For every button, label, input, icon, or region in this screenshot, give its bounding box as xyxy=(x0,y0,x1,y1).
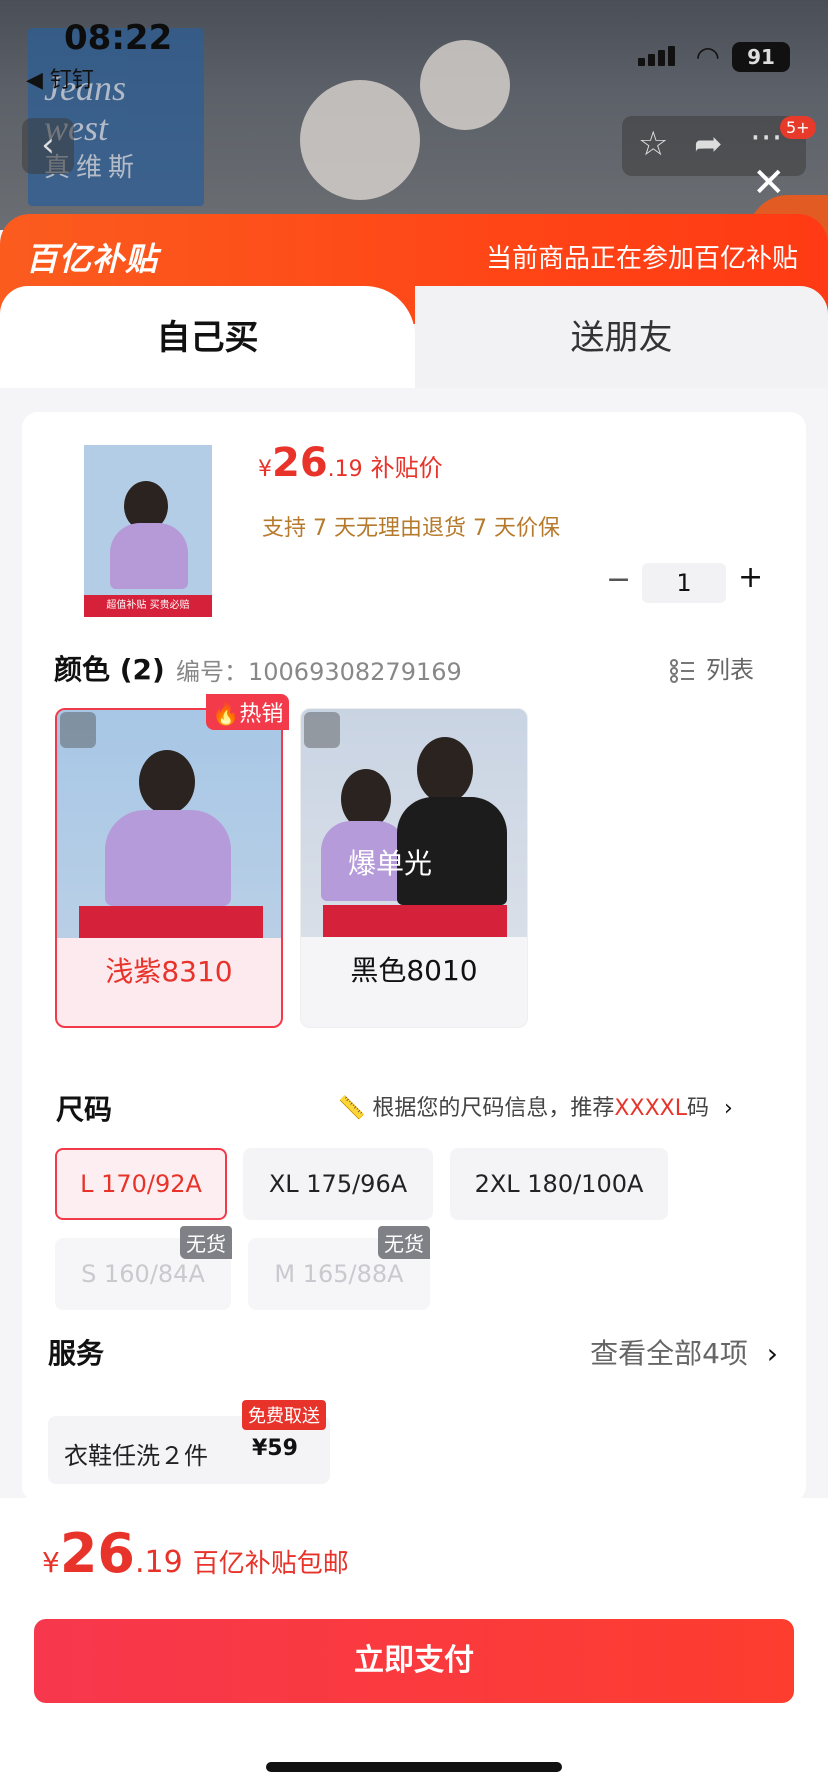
price-symbol: ¥ xyxy=(258,457,272,482)
hot-sale-badge: 🔥热销 xyxy=(206,694,290,730)
color-option-light-purple[interactable]: 浅紫8310 xyxy=(55,708,283,1028)
service-section-title: 服务 xyxy=(48,1337,105,1370)
size-rec-value: XXXXL xyxy=(614,1096,687,1121)
figure-head xyxy=(139,750,195,814)
flame-icon: 🔥 xyxy=(212,702,240,727)
total-price: ¥26.19 百亿补贴包邮 xyxy=(42,1522,349,1585)
figure-shirt xyxy=(105,810,231,906)
wifi-icon: ◠ xyxy=(695,40,720,73)
out-of-stock-badge: 无货 xyxy=(378,1226,430,1259)
purchase-tabs: 送朋友 自己买 xyxy=(0,286,828,390)
promo-strip xyxy=(323,905,507,937)
service-view-all-label: 查看全部4项 xyxy=(590,1337,748,1370)
color-option-label: 浅紫8310 xyxy=(105,955,233,988)
subsidy-logo: 百亿补贴 xyxy=(26,240,159,278)
chevron-right-icon: › xyxy=(723,1096,733,1121)
price-decimal: .19 xyxy=(327,457,363,482)
list-icon xyxy=(670,659,694,683)
signal-icon xyxy=(638,46,678,66)
color-option-label: 黑色8010 xyxy=(350,954,478,987)
size-option-xl[interactable]: XL 175/96A xyxy=(243,1148,433,1220)
chevron-left-icon: ‹ xyxy=(41,125,55,165)
price-label: 补贴价 xyxy=(370,454,443,482)
promo-strip xyxy=(79,906,263,938)
tab-buy-self[interactable]: 自己买 xyxy=(0,286,415,390)
chevron-right-icon: › xyxy=(766,1337,778,1370)
product-price: ¥26.19 补贴价 xyxy=(258,440,443,486)
size-option-2xl[interactable]: 2XL 180/100A xyxy=(450,1148,668,1220)
pay-now-button[interactable]: 立即支付 xyxy=(34,1619,794,1703)
color-section-title: 颜色 (2) xyxy=(54,653,165,686)
out-of-stock-badge: 无货 xyxy=(180,1226,232,1259)
subsidy-message: 当前商品正在参加百亿补贴 xyxy=(485,244,798,274)
figure-head xyxy=(341,769,391,829)
ruler-icon: 📏 xyxy=(338,1096,366,1121)
screen: Jeans west 真维斯 08:22 ◠ 91 ◀ 钉钉 ‹ ☆ ➦ ···… xyxy=(0,0,828,1792)
expand-icon[interactable] xyxy=(60,712,96,748)
total-price-decimal: .19 xyxy=(134,1545,183,1580)
tab-gift-friend[interactable]: 送朋友 xyxy=(415,286,828,390)
product-thumbnail[interactable]: 超值补贴 买贵必赔 xyxy=(84,445,212,617)
list-view-label: 列表 xyxy=(706,656,754,684)
hot-sale-label: 热销 xyxy=(239,702,284,727)
expand-icon[interactable] xyxy=(304,712,340,748)
quantity-decrease-button[interactable]: − xyxy=(606,562,631,597)
guarantee-text: 支持 7 天无理由退货 7 天价保 xyxy=(262,516,560,541)
status-bar: 08:22 ◠ 91 xyxy=(0,18,828,73)
checkout-footer: ¥26.19 百亿补贴包邮 立即支付 xyxy=(0,1498,828,1792)
product-code: 编号：10069308279169 xyxy=(176,658,462,686)
size-section-title: 尺码 xyxy=(56,1093,113,1126)
thumbnail-caption: 超值补贴 买贵必赔 xyxy=(84,595,212,617)
total-price-symbol: ¥ xyxy=(42,1546,60,1579)
price-integer: 26 xyxy=(272,440,328,486)
quantity-increase-button[interactable]: + xyxy=(738,560,763,595)
background-flower xyxy=(300,80,420,200)
total-price-label: 百亿补贴包邮 xyxy=(192,1549,349,1579)
back-to-app-link[interactable]: ◀ 钉钉 xyxy=(26,62,94,94)
thumbnail-shirt xyxy=(110,523,188,589)
service-item-price: ¥59 xyxy=(252,1436,298,1461)
more-icon[interactable]: ··· xyxy=(750,118,782,158)
size-rec-suffix: 码 xyxy=(686,1096,709,1121)
share-icon[interactable]: ➦ xyxy=(694,124,723,164)
quantity-field[interactable]: 1 xyxy=(642,563,726,603)
sold-out-overlay: 爆单光 xyxy=(348,847,433,880)
battery-indicator: 91 xyxy=(732,42,790,72)
size-recommendation[interactable]: 📏 根据您的尺码信息，推荐XXXXL码 › xyxy=(338,1090,733,1122)
free-pickup-badge: 免费取送 xyxy=(242,1400,326,1430)
home-indicator xyxy=(266,1762,562,1772)
status-time: 08:22 xyxy=(64,18,173,58)
back-button[interactable]: ‹ xyxy=(22,118,74,174)
size-option-l[interactable]: L 170/92A xyxy=(55,1148,227,1220)
cart-badge: 5+ xyxy=(780,116,816,139)
service-view-all[interactable]: 查看全部4项 › xyxy=(590,1332,778,1372)
close-icon[interactable]: ✕ xyxy=(752,160,786,206)
service-item-name: 衣鞋任洗２件 xyxy=(64,1442,208,1470)
size-rec-prefix: 根据您的尺码信息，推荐 xyxy=(372,1096,615,1121)
list-view-toggle[interactable]: 列表 xyxy=(670,650,754,685)
total-price-integer: 26 xyxy=(59,1522,135,1585)
star-icon[interactable]: ☆ xyxy=(638,124,668,164)
figure-head xyxy=(417,737,473,803)
